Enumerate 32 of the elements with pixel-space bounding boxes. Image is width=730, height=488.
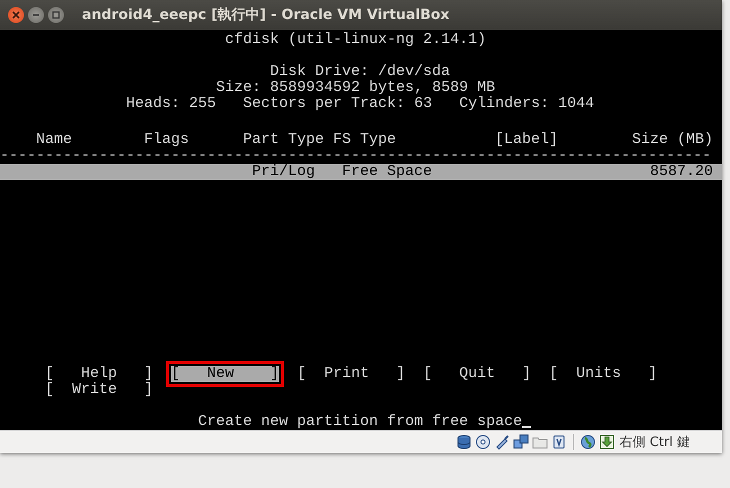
- maximize-icon: [52, 11, 60, 19]
- column-header: Size (MB): [632, 132, 713, 148]
- partition-row[interactable]: Pri/Log Free Space 8587.20: [0, 164, 722, 180]
- window-title: android4_eeepc [執行中] - Oracle VM VirtualBox: [82, 6, 450, 24]
- menu-option[interactable]: [ Quit ]: [418, 361, 536, 387]
- menu-option[interactable]: [ Print ]: [292, 361, 410, 387]
- close-icon: [12, 11, 20, 19]
- column-header: FS Type: [333, 132, 398, 148]
- column-header: Name: [36, 132, 74, 148]
- network-icon[interactable]: [512, 434, 529, 450]
- program-title: cfdisk (util-linux-ng 2.14.1): [225, 32, 486, 48]
- disk-geometry-text: Heads: 255 Sectors per Track: 63 Cylinders: 1044: [126, 96, 594, 112]
- globe-icon[interactable]: [580, 434, 596, 450]
- disk-stack-icon[interactable]: [456, 434, 472, 450]
- minimize-icon: [32, 11, 40, 19]
- menu-option[interactable]: [ Units ]: [544, 361, 662, 387]
- maximize-button[interactable]: [48, 7, 64, 23]
- close-button[interactable]: [8, 7, 24, 23]
- menu-option[interactable]: [ New ]: [166, 361, 284, 387]
- disk-size-text: Size: 8589934592 bytes, 8589 MB: [216, 80, 496, 96]
- chip-icon[interactable]: [550, 434, 567, 450]
- column-header: [Label]: [495, 132, 558, 148]
- optical-disc-icon[interactable]: [474, 434, 491, 450]
- separator-line: -------------------------------------------------------------------------------: [0, 148, 712, 164]
- disk-drive-text: Disk Drive: /dev/sda: [270, 64, 450, 80]
- column-header: Flags: [144, 132, 190, 148]
- host-key-label: 右側 Ctrl 鍵: [620, 434, 690, 451]
- usb-plug-icon[interactable]: [494, 434, 510, 450]
- minimize-button[interactable]: [28, 7, 44, 23]
- column-header: Part Type: [243, 132, 326, 148]
- download-arrow-icon[interactable]: [598, 434, 615, 450]
- status-message: Create new partition from free space: [198, 414, 522, 430]
